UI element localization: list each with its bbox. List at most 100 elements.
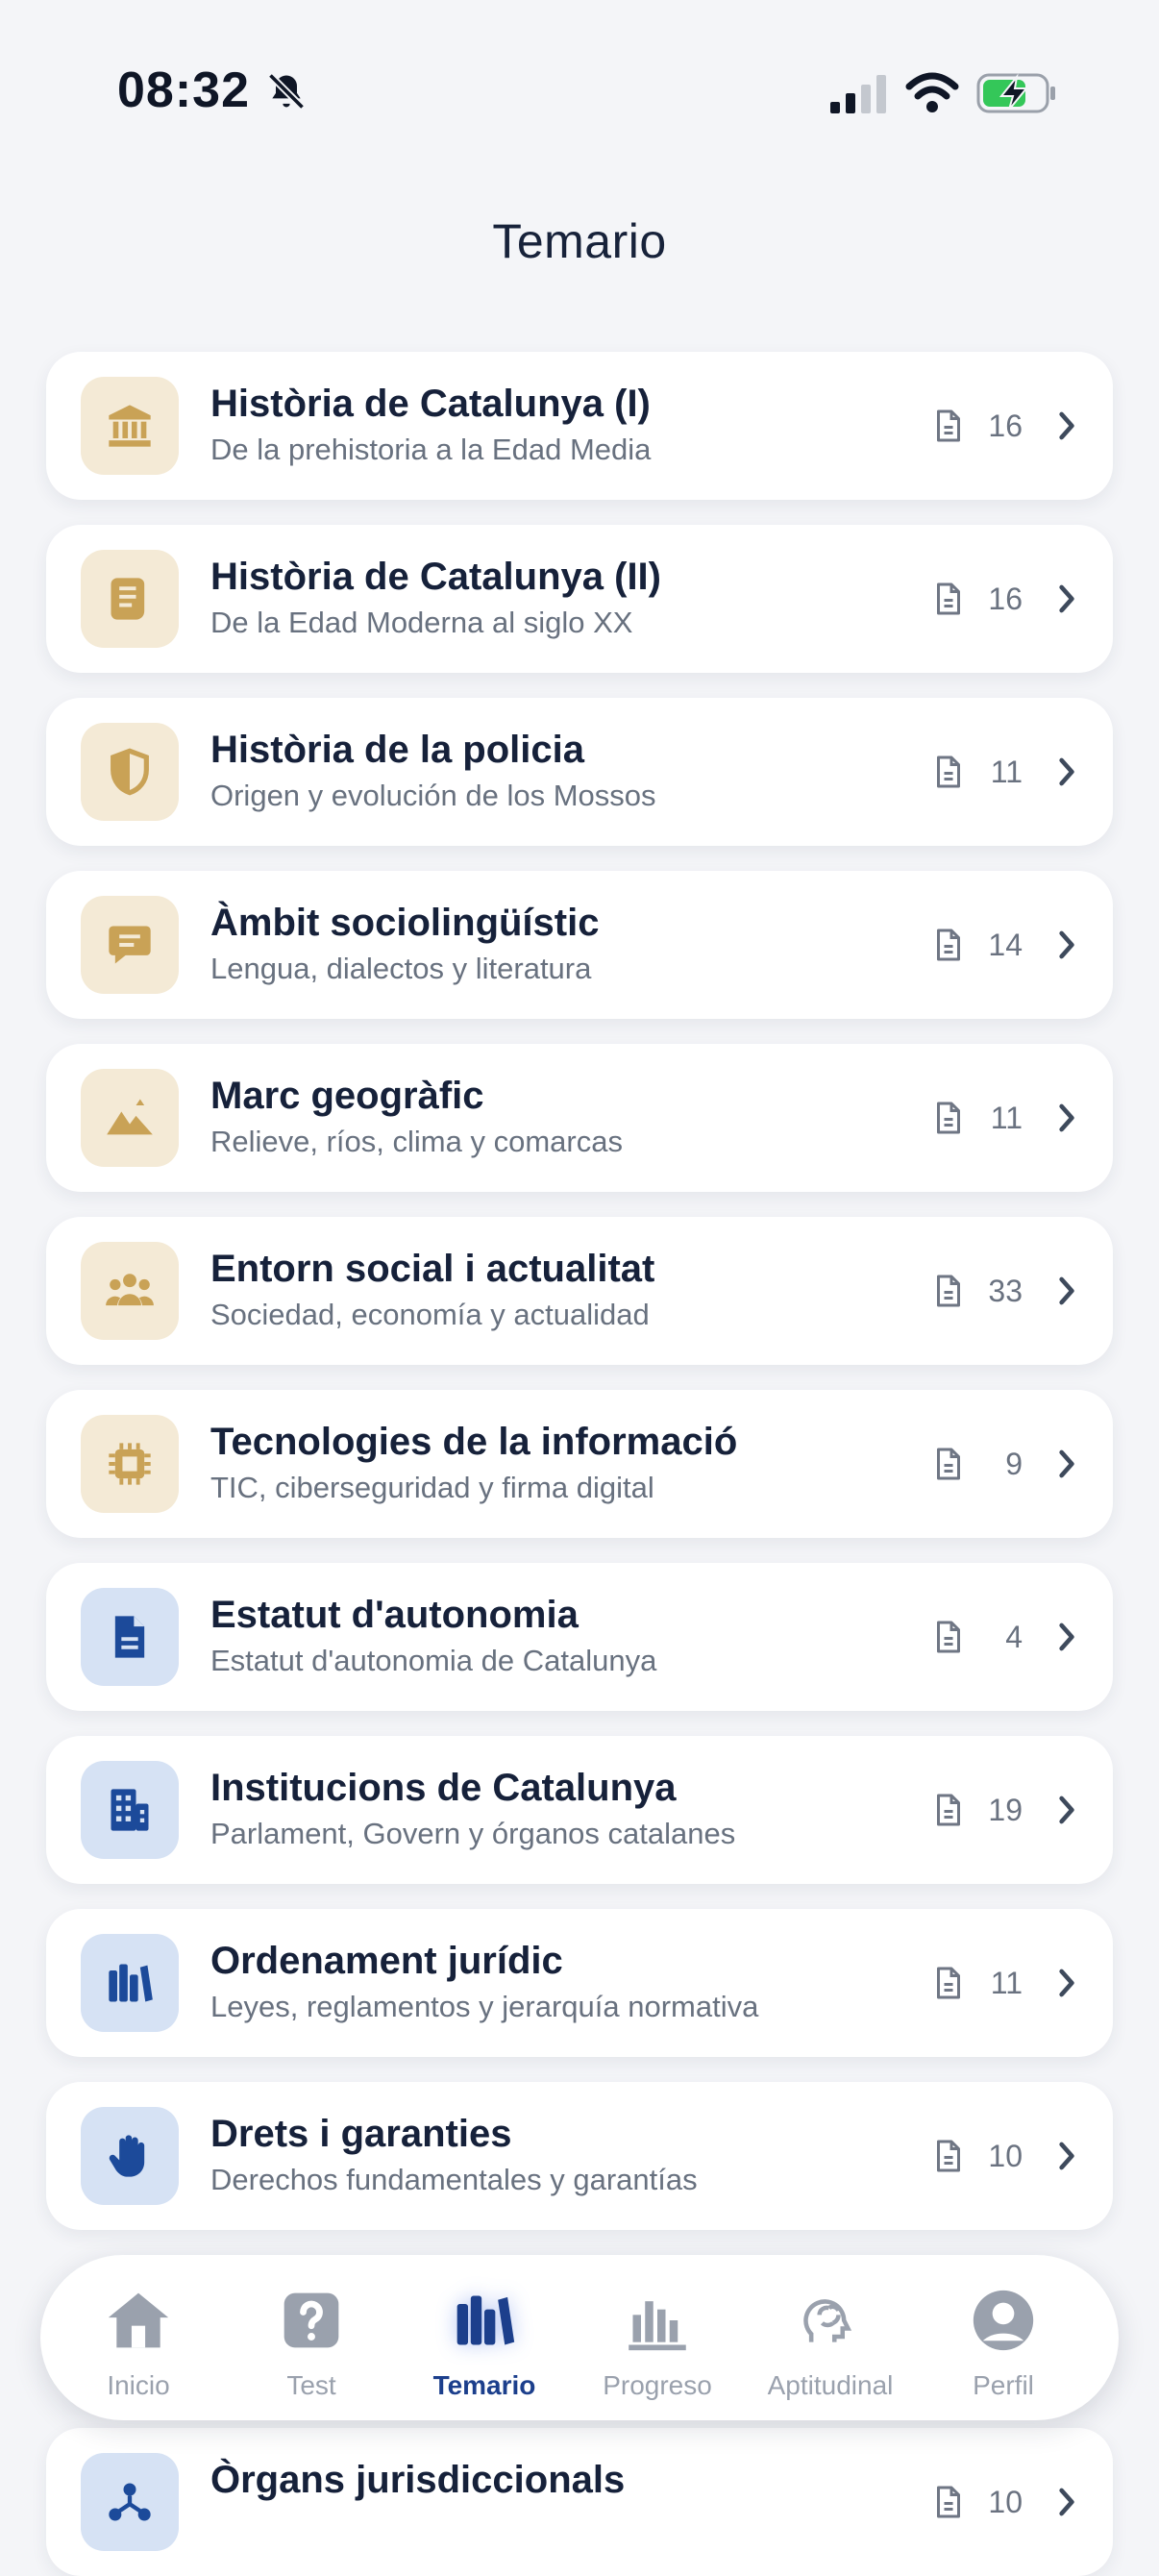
bar-chart-icon [625,2288,690,2351]
chevron-right-icon [1059,1276,1074,1305]
tab-bar: Inicio Test Temario Progreso Aptitudinal Perf… [40,2255,1119,2420]
topic-card-peek[interactable]: Òrgans jurisdiccionals 10 [46,2428,1113,2576]
document-outline-icon [937,1275,960,1307]
topic-card[interactable]: Història de Catalunya (II) De la Edad Mod… [46,525,1113,673]
topic-card[interactable]: Història de la policia Origen y evolución… [46,698,1113,846]
topic-title: Ordenament jurídic [210,1940,563,1982]
topic-card[interactable]: Història de Catalunya (I) De la prehistor… [46,352,1113,500]
chevron-right-icon [1059,1103,1074,1132]
battery-charging-icon [976,73,1055,113]
topic-count: 11 [990,1965,1023,2000]
chevron-right-icon [1059,757,1074,786]
chevron-right-icon [1059,2488,1074,2516]
tab-temario[interactable]: Temario [398,2255,571,2420]
topic-subtitle: Origen y evolución de los Mossos [210,779,656,812]
wifi-icon [905,72,959,112]
chevron-right-icon [1059,584,1074,613]
tab-label: Temario [432,2370,536,2400]
chevron-right-icon [1059,1796,1074,1824]
topic-count: 10 [988,2484,1023,2519]
tab-progreso[interactable]: Progreso [571,2255,744,2420]
topic-card[interactable]: Àmbit sociolingüístic Lengua, dialectos y… [46,871,1113,1019]
home-icon [106,2288,171,2351]
topic-title: Estatut d'autonomia [210,1594,579,1636]
document-outline-icon [937,2486,960,2518]
tab-label: Progreso [603,2370,712,2400]
topic-title: Història de Catalunya (I) [210,383,651,425]
chevron-right-icon [1059,1622,1074,1651]
building-icon [81,1761,179,1859]
chevron-right-icon [1059,411,1074,440]
topic-title: Entorn social i actualitat [210,1248,655,1290]
chevron-right-icon [1059,1449,1074,1478]
document-outline-icon [937,929,960,961]
topic-count: 11 [990,1100,1023,1135]
chevron-right-icon [1059,2142,1074,2170]
topic-card[interactable]: Entorn social i actualitat Sociedad, econ… [46,1217,1113,1365]
topic-subtitle: Parlament, Govern y órganos catalanes [210,1817,736,1850]
topic-card[interactable]: Estatut d'autonomia Estatut d'autonomia d… [46,1563,1113,1711]
document-outline-icon [937,2140,960,2172]
chevron-right-icon [1059,1969,1074,1997]
topic-title: Marc geogràfic [210,1075,484,1117]
user-icon [971,2288,1036,2351]
topic-card[interactable]: Ordenament jurídic Leyes, reglamentos y j… [46,1909,1113,2057]
topic-subtitle: De la Edad Moderna al siglo XX [210,606,633,639]
books-icon [81,1934,179,2032]
topic-subtitle: Derechos fundamentales y garantías [210,2163,698,2196]
topic-title: Història de la policia [210,729,585,771]
network-icon [81,2453,179,2551]
topic-count: 33 [988,1273,1023,1308]
document-outline-icon [937,1967,960,1999]
topic-count: 14 [988,927,1023,962]
topic-subtitle: De la prehistoria a la Edad Media [210,433,652,466]
scroll-icon [81,550,179,648]
topic-title: Tecnologies de la informació [210,1421,738,1463]
topic-count: 11 [990,754,1023,789]
tab-label: Perfil [973,2370,1034,2400]
document-outline-icon [937,582,960,615]
tab-perfil[interactable]: Perfil [917,2255,1090,2420]
topic-count: 4 [1005,1619,1023,1654]
bank-icon [81,377,179,475]
topic-count: 9 [1005,1446,1023,1481]
tab-test[interactable]: Test [225,2255,398,2420]
topic-count: 16 [988,581,1023,616]
topic-subtitle: Estatut d'autonomia de Catalunya [210,1644,657,1677]
bell-muted-icon [267,72,306,111]
topic-count: 10 [988,2138,1023,2173]
topic-title: Àmbit sociolingüístic [210,902,600,944]
document-outline-icon [937,1621,960,1653]
topic-count: 19 [988,1792,1023,1827]
books-icon [452,2288,517,2351]
cellular-signal-icon [830,75,886,113]
topic-title: Drets i garanties [210,2113,512,2155]
topic-title: Institucions de Catalunya [210,1767,677,1809]
document-outline-icon [937,1102,960,1134]
mountains-icon [81,1069,179,1167]
status-bar: 08:32 [0,0,1159,192]
topic-card[interactable]: Drets i garanties Derechos fundamentales … [46,2082,1113,2230]
status-time: 08:32 [117,62,250,118]
topic-title: Història de Catalunya (II) [210,556,661,598]
document-outline-icon [937,409,960,442]
tab-aptitudinal[interactable]: Aptitudinal [744,2255,917,2420]
topic-subtitle: Relieve, ríos, clima y comarcas [210,1125,623,1158]
topic-card[interactable]: Tecnologies de la informació TIC, ciberse… [46,1390,1113,1538]
document-outline-icon [937,1448,960,1480]
question-icon [279,2288,344,2351]
topic-subtitle: Leyes, reglamentos y jerarquía normativa [210,1990,759,2023]
document-outline-icon [937,755,960,788]
chevron-right-icon [1059,930,1074,959]
topic-card[interactable]: Marc geogràfic Relieve, ríos, clima y com… [46,1044,1113,1192]
brain-icon [798,2288,863,2351]
shield-icon [81,723,179,821]
topic-subtitle: Lengua, dialectos y literatura [210,952,592,985]
document-outline-icon [937,1794,960,1826]
topic-card[interactable]: Institucions de Catalunya Parlament, Gove… [46,1736,1113,1884]
document-icon [81,1588,179,1686]
chip-icon [81,1415,179,1513]
topic-title: Òrgans jurisdiccionals [210,2459,626,2501]
topic-subtitle: TIC, ciberseguridad y firma digital [210,1471,654,1504]
tab-inicio[interactable]: Inicio [52,2255,225,2420]
